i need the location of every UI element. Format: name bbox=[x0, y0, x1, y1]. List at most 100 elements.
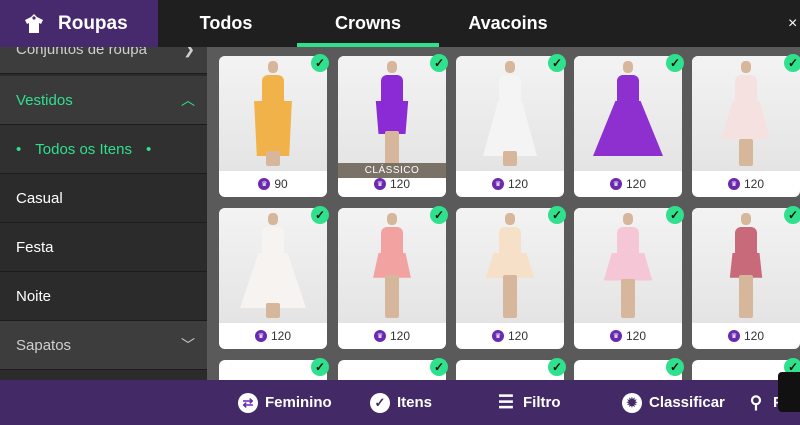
item-card[interactable]: ♛ 120 bbox=[574, 56, 682, 197]
dress-figure bbox=[475, 61, 545, 166]
sidebar-item-label: Sapatos bbox=[16, 336, 72, 354]
dress-image bbox=[338, 56, 446, 171]
dress-figure bbox=[238, 213, 308, 318]
owned-check-icon: ✓ bbox=[430, 358, 448, 376]
tab-bar: Todos Crowns Avacoins × bbox=[158, 0, 800, 47]
owned-check-icon: ✓ bbox=[548, 54, 566, 72]
tab-avacoins[interactable]: Avacoins bbox=[448, 0, 568, 47]
owned-check-icon: ✓ bbox=[548, 358, 566, 376]
crown-currency-icon: ♛ bbox=[609, 330, 622, 342]
crown-currency-icon: ♛ bbox=[491, 330, 504, 342]
dress-figure bbox=[593, 61, 663, 166]
avatar-preview-thumbnail[interactable] bbox=[778, 372, 800, 412]
item-card[interactable]: CLÁSSICO ♛ 120 bbox=[338, 56, 446, 197]
badge-star-icon: ✹ bbox=[622, 392, 642, 413]
crown-currency-icon: ♛ bbox=[727, 330, 740, 342]
item-card[interactable]: ♛ 120 bbox=[574, 208, 682, 349]
owned-check-icon: ✓ bbox=[784, 206, 800, 224]
owned-check-icon: ✓ bbox=[548, 206, 566, 224]
sidebar-item-label: Casual bbox=[16, 189, 63, 207]
search-icon: ⚲ bbox=[749, 392, 763, 412]
close-button[interactable]: × bbox=[788, 0, 800, 47]
chevron-down-icon: ﹀ bbox=[181, 337, 195, 353]
item-price: ♛ 120 bbox=[692, 175, 800, 193]
item-card[interactable]: ♛ 120 bbox=[692, 208, 800, 349]
dress-figure bbox=[238, 61, 308, 166]
item-price: ♛ 90 bbox=[219, 175, 327, 193]
crown-currency-icon: ♛ bbox=[373, 178, 386, 190]
sidebar-item-casual[interactable]: Casual bbox=[0, 174, 207, 223]
bottom-toolbar: ⇄ Feminino ✓ Itens ☰ Filtro ✹ Classifica… bbox=[0, 380, 800, 425]
dress-image bbox=[456, 56, 564, 171]
dress-figure bbox=[357, 213, 427, 318]
sidebar-item-label: Noite bbox=[16, 287, 52, 305]
bullet-icon: • bbox=[146, 140, 152, 158]
dress-figure bbox=[711, 61, 781, 166]
dress-image bbox=[574, 208, 682, 323]
owned-check-icon: ✓ bbox=[311, 206, 329, 224]
sidebar-item-sapatos[interactable]: Sapatos ﹀ bbox=[0, 321, 207, 370]
header: Roupas bbox=[0, 0, 163, 47]
sidebar-item-vestidos[interactable]: Vestidos ︿ bbox=[0, 76, 207, 125]
owned-check-icon: ✓ bbox=[784, 54, 800, 72]
item-card[interactable]: ♛ 120 bbox=[456, 56, 564, 197]
crown-currency-icon: ♛ bbox=[491, 178, 504, 190]
dress-figure bbox=[593, 213, 663, 318]
filter-lines-icon: ☰ bbox=[497, 392, 515, 412]
sidebar-item-noite[interactable]: Noite bbox=[0, 272, 207, 321]
bullet-icon: • bbox=[16, 140, 22, 158]
item-price: ♛ 120 bbox=[219, 327, 327, 345]
dress-image bbox=[338, 208, 446, 323]
dress-figure bbox=[475, 213, 545, 318]
category-sidebar: Conjuntos de roupa ❯ Vestidos ︿ • Todos … bbox=[0, 47, 207, 380]
chevron-down-icon: ❯ bbox=[183, 47, 195, 57]
item-price: ♛ 120 bbox=[574, 327, 682, 345]
item-grid: ♛ 90 ✓ CLÁSSICO ♛ 120 ✓ ♛ 120 ✓ ♛ 120 ✓ ♛ 120… bbox=[207, 47, 800, 380]
dress-figure bbox=[357, 61, 427, 166]
owned-check-icon: ✓ bbox=[311, 54, 329, 72]
item-price: ♛ 120 bbox=[456, 327, 564, 345]
item-price: ♛ 120 bbox=[456, 175, 564, 193]
sidebar-item-label: Conjuntos de roupa bbox=[16, 47, 147, 58]
page-title: Roupas bbox=[58, 12, 128, 34]
check-circle-icon: ✓ bbox=[370, 392, 390, 413]
item-card[interactable]: ♛ 120 bbox=[219, 208, 327, 349]
item-price: ♛ 120 bbox=[338, 327, 446, 345]
item-card[interactable]: ♛ 120 bbox=[456, 208, 564, 349]
item-card[interactable]: ♛ 120 bbox=[692, 56, 800, 197]
owned-check-icon: ✓ bbox=[311, 358, 329, 376]
sidebar-item-conjuntos[interactable]: Conjuntos de roupa ❯ bbox=[0, 47, 207, 74]
crown-currency-icon: ♛ bbox=[258, 178, 271, 190]
swap-gender-icon: ⇄ bbox=[238, 392, 258, 413]
crown-currency-icon: ♛ bbox=[373, 330, 386, 342]
item-card[interactable]: ♛ 90 bbox=[219, 56, 327, 197]
sort-button[interactable]: ✹ Classificar bbox=[622, 380, 725, 425]
tab-crowns[interactable]: Crowns bbox=[297, 0, 439, 47]
sidebar-item-label: Vestidos bbox=[16, 91, 73, 109]
chevron-up-icon: ︿ bbox=[181, 92, 195, 108]
owned-check-icon: ✓ bbox=[430, 54, 448, 72]
dress-image bbox=[574, 56, 682, 171]
gender-toggle-button[interactable]: ⇄ Feminino bbox=[238, 380, 332, 425]
dress-figure bbox=[711, 213, 781, 318]
sidebar-item-festa[interactable]: Festa bbox=[0, 223, 207, 272]
item-price: ♛ 120 bbox=[692, 327, 800, 345]
dress-image bbox=[692, 56, 800, 171]
dress-image bbox=[456, 208, 564, 323]
hanger-shirt-icon bbox=[25, 13, 43, 33]
dress-image bbox=[219, 56, 327, 171]
sidebar-item-label: Todos os Itens bbox=[35, 140, 132, 158]
filter-button[interactable]: ☰ Filtro bbox=[496, 380, 561, 425]
sidebar-item-label: Festa bbox=[16, 238, 54, 256]
crown-currency-icon: ♛ bbox=[609, 178, 622, 190]
sidebar-item-todos-os-itens[interactable]: • Todos os Itens • bbox=[0, 125, 207, 174]
item-price: ♛ 120 bbox=[574, 175, 682, 193]
owned-check-icon: ✓ bbox=[666, 54, 684, 72]
item-card[interactable]: ♛ 120 bbox=[338, 208, 446, 349]
items-toggle-button[interactable]: ✓ Itens bbox=[370, 380, 432, 425]
crown-currency-icon: ♛ bbox=[254, 330, 267, 342]
tab-todos[interactable]: Todos bbox=[166, 0, 286, 47]
owned-check-icon: ✓ bbox=[430, 206, 448, 224]
crown-currency-icon: ♛ bbox=[727, 178, 740, 190]
owned-check-icon: ✓ bbox=[666, 358, 684, 376]
